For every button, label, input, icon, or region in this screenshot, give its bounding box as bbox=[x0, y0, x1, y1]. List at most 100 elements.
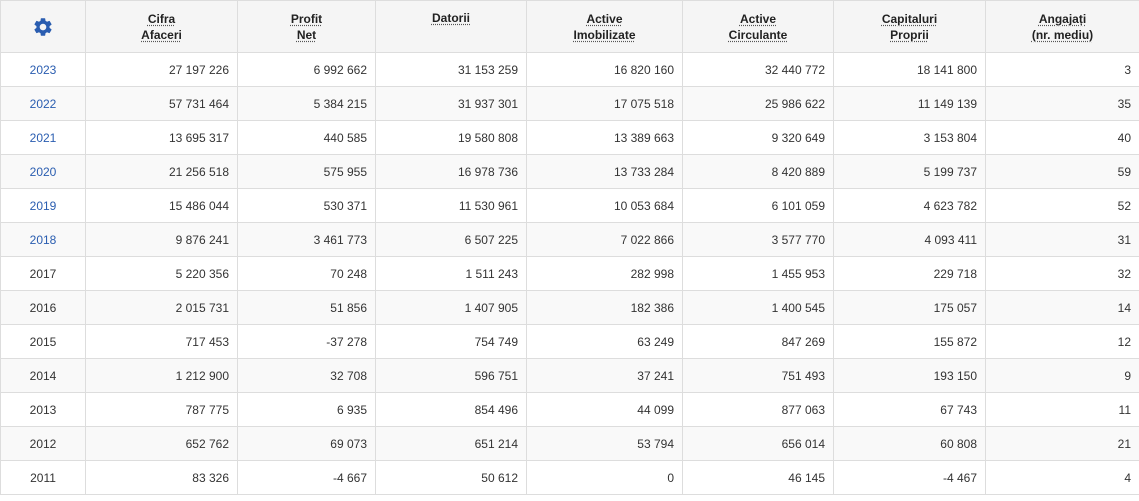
cell-profit-net: 6 935 bbox=[237, 392, 376, 427]
settings-header-cell[interactable] bbox=[0, 0, 86, 53]
cell-active-circulante: 32 440 772 bbox=[682, 52, 834, 87]
year-cell: 2021 bbox=[0, 120, 86, 155]
header-label: Datorii bbox=[431, 11, 470, 25]
cell-active-circulante: 6 101 059 bbox=[682, 188, 834, 223]
year-link[interactable]: 2022 bbox=[30, 97, 57, 111]
cell-angajati: 11 bbox=[985, 392, 1139, 427]
cell-profit-net: -37 278 bbox=[237, 324, 376, 359]
table-row: 2021 13 695 317 440 585 19 580 808 13 389 66… bbox=[0, 120, 1139, 155]
cell-datorii: 16 978 736 bbox=[375, 154, 527, 189]
table-row: 2014 1 212 900 32 708 596 751 37 241 751 493 1… bbox=[0, 358, 1139, 393]
cell-datorii: 1 511 243 bbox=[375, 256, 527, 291]
cell-profit-net: 6 992 662 bbox=[237, 52, 376, 87]
cell-cifra-afaceri: 652 762 bbox=[85, 426, 238, 461]
year-link[interactable]: 2020 bbox=[30, 165, 57, 179]
cell-angajati: 35 bbox=[985, 86, 1139, 121]
cell-cifra-afaceri: 83 326 bbox=[85, 460, 238, 495]
cell-angajati: 21 bbox=[985, 426, 1139, 461]
year-link[interactable]: 2021 bbox=[30, 131, 57, 145]
header-active-imobilizate[interactable]: Active Imobilizate bbox=[526, 0, 683, 53]
cell-active-imobilizate: 53 794 bbox=[526, 426, 683, 461]
table-row: 2019 15 486 044 530 371 11 530 961 10 053 68… bbox=[0, 188, 1139, 223]
cell-cifra-afaceri: 1 212 900 bbox=[85, 358, 238, 393]
table-row: 2012 652 762 69 073 651 214 53 794 656 014 60 … bbox=[0, 426, 1139, 461]
cell-angajati: 12 bbox=[985, 324, 1139, 359]
header-active-circulante[interactable]: Active Circulante bbox=[682, 0, 834, 53]
cell-active-imobilizate: 282 998 bbox=[526, 256, 683, 291]
cell-active-circulante: 877 063 bbox=[682, 392, 834, 427]
cell-datorii: 6 507 225 bbox=[375, 222, 527, 257]
cell-active-imobilizate: 13 733 284 bbox=[526, 154, 683, 189]
cell-active-circulante: 751 493 bbox=[682, 358, 834, 393]
cell-datorii: 31 937 301 bbox=[375, 86, 527, 121]
cell-active-imobilizate: 13 389 663 bbox=[526, 120, 683, 155]
cell-angajati: 4 bbox=[985, 460, 1139, 495]
header-label: Active Circulante bbox=[728, 11, 788, 42]
cell-cifra-afaceri: 27 197 226 bbox=[85, 52, 238, 87]
year-cell: 2019 bbox=[0, 188, 86, 223]
cell-cifra-afaceri: 15 486 044 bbox=[85, 188, 238, 223]
year-cell: 2020 bbox=[0, 154, 86, 189]
cell-datorii: 651 214 bbox=[375, 426, 527, 461]
cell-active-imobilizate: 37 241 bbox=[526, 358, 683, 393]
cell-profit-net: 70 248 bbox=[237, 256, 376, 291]
cell-angajati: 14 bbox=[985, 290, 1139, 325]
cell-capitaluri-proprii: 229 718 bbox=[833, 256, 986, 291]
year-cell: 2017 bbox=[0, 256, 86, 291]
cell-datorii: 19 580 808 bbox=[375, 120, 527, 155]
cell-capitaluri-proprii: -4 467 bbox=[833, 460, 986, 495]
year-text: 2011 bbox=[30, 470, 56, 485]
cell-active-imobilizate: 7 022 866 bbox=[526, 222, 683, 257]
year-text: 2014 bbox=[29, 368, 57, 383]
cell-datorii: 31 153 259 bbox=[375, 52, 527, 87]
cell-profit-net: 3 461 773 bbox=[237, 222, 376, 257]
cell-capitaluri-proprii: 193 150 bbox=[833, 358, 986, 393]
year-cell: 2016 bbox=[0, 290, 86, 325]
year-cell: 2015 bbox=[0, 324, 86, 359]
cell-active-circulante: 8 420 889 bbox=[682, 154, 834, 189]
cell-capitaluri-proprii: 4 093 411 bbox=[833, 222, 986, 257]
year-cell: 2023 bbox=[0, 52, 86, 87]
year-link[interactable]: 2019 bbox=[30, 199, 57, 213]
header-profit-net[interactable]: Profit Net bbox=[237, 0, 376, 53]
cell-profit-net: 51 856 bbox=[237, 290, 376, 325]
cell-active-imobilizate: 0 bbox=[526, 460, 683, 495]
cell-datorii: 11 530 961 bbox=[375, 188, 527, 223]
year-cell: 2013 bbox=[0, 392, 86, 427]
cell-active-circulante: 656 014 bbox=[682, 426, 834, 461]
cell-active-imobilizate: 63 249 bbox=[526, 324, 683, 359]
table-row: 2020 21 256 518 575 955 16 978 736 13 733 28… bbox=[0, 154, 1139, 189]
header-label: Angajați (nr. mediu) bbox=[1031, 11, 1094, 42]
cell-angajati: 52 bbox=[985, 188, 1139, 223]
year-link[interactable]: 2023 bbox=[30, 63, 57, 77]
header-angajati[interactable]: Angajați (nr. mediu) bbox=[985, 0, 1139, 53]
table-row: 2013 787 775 6 935 854 496 44 099 877 063 67 7… bbox=[0, 392, 1139, 427]
cell-active-circulante: 46 145 bbox=[682, 460, 834, 495]
table-row: 2022 57 731 464 5 384 215 31 937 301 17 075 … bbox=[0, 86, 1139, 121]
header-label: Capitaluri Proprii bbox=[881, 11, 938, 42]
cell-cifra-afaceri: 57 731 464 bbox=[85, 86, 238, 121]
cell-active-imobilizate: 16 820 160 bbox=[526, 52, 683, 87]
cell-capitaluri-proprii: 3 153 804 bbox=[833, 120, 986, 155]
table-row: 2017 5 220 356 70 248 1 511 243 282 998 1 455… bbox=[0, 256, 1139, 291]
gear-icon[interactable] bbox=[32, 16, 54, 38]
cell-cifra-afaceri: 21 256 518 bbox=[85, 154, 238, 189]
cell-active-circulante: 1 455 953 bbox=[682, 256, 834, 291]
cell-angajati: 9 bbox=[985, 358, 1139, 393]
financial-table: Cifra Afaceri Profit Net Datorii Active Imo… bbox=[0, 0, 1139, 495]
header-datorii[interactable]: Datorii bbox=[375, 0, 527, 53]
cell-cifra-afaceri: 9 876 241 bbox=[85, 222, 238, 257]
cell-profit-net: 530 371 bbox=[237, 188, 376, 223]
year-link[interactable]: 2018 bbox=[30, 233, 57, 247]
cell-datorii: 754 749 bbox=[375, 324, 527, 359]
year-cell: 2014 bbox=[0, 358, 86, 393]
header-cifra-afaceri[interactable]: Cifra Afaceri bbox=[85, 0, 238, 53]
header-label: Active Imobilizate bbox=[573, 11, 636, 42]
cell-active-imobilizate: 10 053 684 bbox=[526, 188, 683, 223]
year-cell: 2011 bbox=[0, 460, 86, 495]
table-header-row: Cifra Afaceri Profit Net Datorii Active Imo… bbox=[0, 0, 1139, 53]
year-text: 2017 bbox=[29, 266, 57, 281]
cell-angajati: 32 bbox=[985, 256, 1139, 291]
header-capitaluri-proprii[interactable]: Capitaluri Proprii bbox=[833, 0, 986, 53]
header-label: Profit Net bbox=[290, 11, 323, 42]
